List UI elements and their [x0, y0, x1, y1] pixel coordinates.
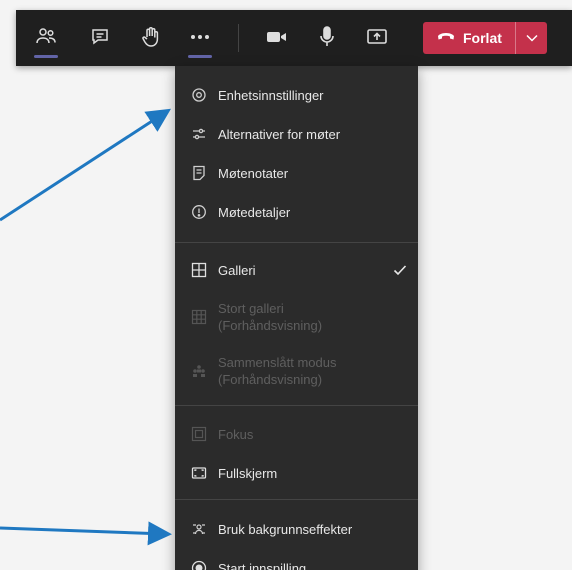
menu-item-label: Enhetsinnstillinger — [218, 87, 324, 103]
menu-item-label: Stort galleri — [218, 301, 284, 316]
menu-item-sublabel: (Forhåndsvisning) — [218, 372, 323, 387]
background-effects-icon — [190, 520, 208, 538]
participants-button[interactable] — [32, 23, 60, 58]
menu-item-fullscreen[interactable]: Fullskjerm — [175, 454, 418, 492]
menu-item-large-gallery[interactable]: Stort galleri (Forhåndsvisning) — [175, 294, 418, 340]
menu-divider — [175, 242, 418, 243]
leave-dropdown-button[interactable] — [516, 22, 547, 54]
active-indicator — [188, 55, 212, 58]
chat-icon — [90, 27, 110, 47]
microphone-icon — [319, 26, 335, 48]
menu-item-start-recording[interactable]: Start innspilling — [175, 550, 418, 570]
share-screen-icon — [366, 27, 388, 47]
menu-item-label: Bruk bakgrunnseffekter — [218, 521, 353, 537]
sliders-icon — [190, 125, 208, 143]
leave-button-group: Forlat — [423, 22, 547, 54]
video-camera-icon — [266, 29, 288, 45]
hand-icon — [141, 26, 161, 48]
menu-item-focus[interactable]: Fokus — [175, 415, 418, 453]
camera-button[interactable] — [263, 23, 291, 51]
fullscreen-icon — [190, 464, 208, 482]
together-mode-icon — [190, 362, 208, 380]
menu-item-label: Galleri — [218, 262, 256, 278]
phone-hangup-icon — [437, 29, 455, 47]
menu-item-meeting-notes[interactable]: Møtenotater — [175, 154, 418, 192]
menu-item-label: Møtenotater — [218, 165, 289, 181]
active-indicator — [34, 55, 58, 58]
menu-item-label: Alternativer for møter — [218, 126, 341, 142]
annotation-arrow-device-settings — [0, 108, 172, 222]
info-icon — [190, 203, 208, 221]
menu-item-background-effects[interactable]: Bruk bakgrunnseffekter — [175, 509, 418, 549]
menu-divider — [175, 405, 418, 406]
menu-item-label: Møtedetaljer — [218, 204, 291, 220]
record-icon — [190, 559, 208, 570]
menu-item-gallery[interactable]: Galleri — [175, 251, 418, 289]
gallery-icon — [190, 261, 208, 279]
chat-button[interactable] — [86, 23, 114, 51]
more-options-menu: Enhetsinnstillinger Alternativer for møt… — [175, 66, 418, 570]
menu-item-device-settings[interactable]: Enhetsinnstillinger — [175, 76, 418, 114]
menu-item-label: Fullskjerm — [218, 465, 278, 481]
leave-label: Forlat — [463, 30, 502, 46]
checkmark-icon — [392, 262, 408, 278]
more-icon — [190, 34, 210, 40]
menu-item-label: Fokus — [218, 426, 254, 442]
menu-item-label: Start innspilling — [218, 560, 307, 570]
more-options-button[interactable] — [186, 23, 214, 58]
large-gallery-icon — [190, 308, 208, 326]
people-icon — [35, 27, 57, 47]
menu-item-together-mode[interactable]: Sammenslått modus (Forhåndsvisning) — [175, 348, 418, 394]
menu-item-meeting-details[interactable]: Møtedetaljer — [175, 193, 418, 231]
menu-item-label: Sammenslått modus — [218, 355, 337, 370]
menu-item-sublabel: (Forhåndsvisning) — [218, 318, 323, 333]
annotation-arrow-background-effects — [0, 521, 172, 546]
share-screen-button[interactable] — [363, 23, 391, 51]
notes-icon — [190, 164, 208, 182]
microphone-button[interactable] — [313, 23, 341, 51]
leave-button[interactable]: Forlat — [423, 22, 515, 54]
raise-hand-button[interactable] — [137, 23, 165, 51]
meeting-toolbar: Forlat — [16, 10, 572, 66]
focus-icon — [190, 425, 208, 443]
screenshot-stage: Forlat Enhetsinnstillinger Alternativer … — [0, 0, 572, 570]
settings-icon — [190, 86, 208, 104]
menu-divider — [175, 499, 418, 500]
menu-item-meeting-options[interactable]: Alternativer for møter — [175, 115, 418, 153]
chevron-down-icon — [525, 29, 538, 47]
toolbar-divider — [238, 24, 239, 52]
